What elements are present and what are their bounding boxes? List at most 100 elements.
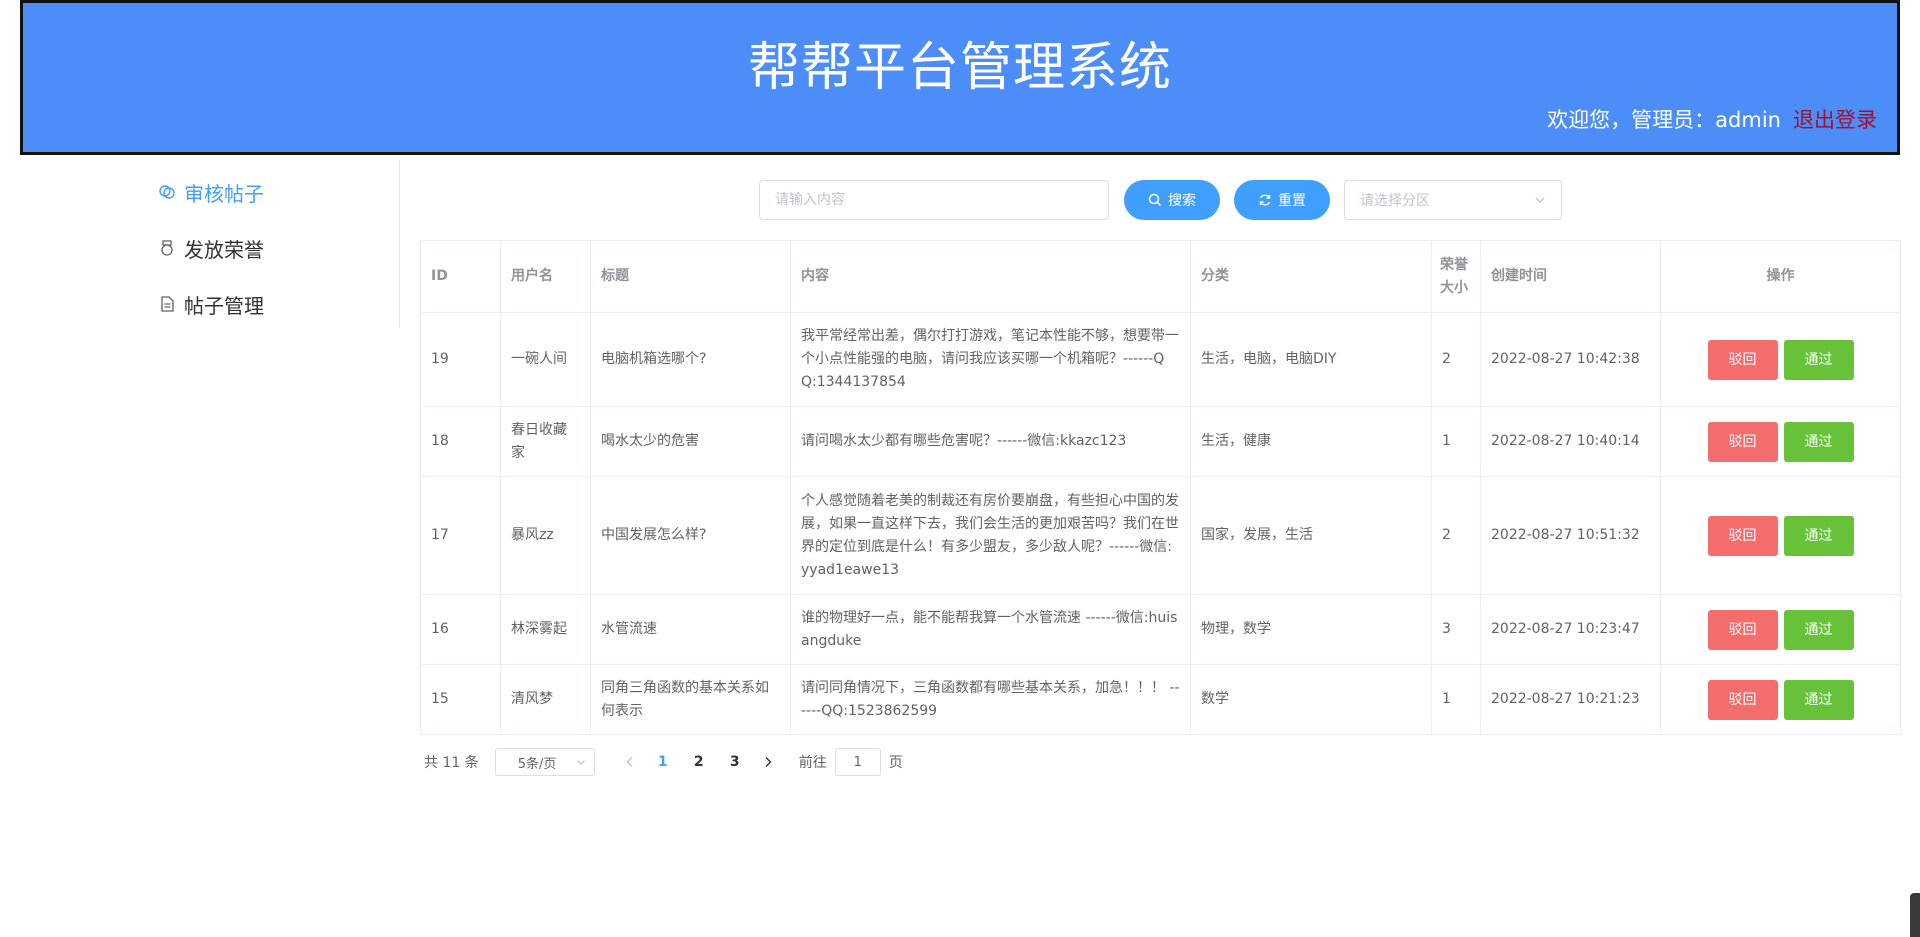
table-header-row: ID 用户名 标题 内容 分类 荣誉大小 创建时间 操作 [420,240,1901,313]
cell-created: 2022-08-27 10:23:47 [1480,594,1661,665]
medal-icon [161,240,173,256]
column-header-created: 创建时间 [1480,240,1661,313]
column-header-id: ID [420,240,501,313]
cell-title: 电脑机箱选哪个? [590,312,791,407]
cell-id: 18 [420,406,501,477]
page-title: 帮帮平台管理系统 [747,38,1172,98]
table-row: 17 暴风zz 中国发展怎么样? 个人感觉随着老美的制裁还有房价要崩盘，有些担心… [420,476,1901,595]
refresh-icon [1259,194,1271,206]
goto-suffix: 页 [888,755,903,771]
reject-button[interactable]: 驳回 [1707,609,1778,650]
table-row: 19 一碗人间 电脑机箱选哪个? 我平常经常出差，偶尔打打游戏，笔记本性能不够，… [420,312,1901,407]
column-header-content: 内容 [790,240,1191,313]
category-select[interactable]: 请选择分区 [1344,180,1562,220]
cell-category: 生活，电脑，电脑DIY [1190,312,1432,407]
search-button[interactable]: 搜索 [1124,180,1220,220]
column-header-actions: 操作 [1660,240,1901,313]
cell-honor: 2 [1431,312,1481,407]
cell-username: 春日收藏家 [500,406,591,477]
reject-button[interactable]: 驳回 [1707,679,1778,720]
welcome-text: 欢迎您，管理员：admin [1547,108,1781,132]
search-input[interactable] [759,180,1109,220]
cell-category: 数学 [1190,664,1432,735]
reset-button[interactable]: 重置 [1234,180,1330,220]
search-button-label: 搜索 [1168,193,1196,209]
column-header-username: 用户名 [500,240,591,313]
cell-title: 喝水太少的危害 [590,406,791,477]
cell-username: 一碗人间 [500,312,591,407]
table-row: 18 春日收藏家 喝水太少的危害 请问喝水太少都有哪些危害呢？------微信:… [420,406,1901,477]
prev-page-button[interactable] [615,753,645,772]
cell-title: 中国发展怎么样? [590,476,791,595]
cell-content: 请问喝水太少都有哪些危害呢？------微信:kkazc123 [790,406,1191,477]
cell-honor: 2 [1431,476,1481,595]
scrollbar-handle[interactable] [1910,893,1920,937]
column-header-honor: 荣誉大小 [1431,240,1481,313]
sidebar-item-honor[interactable]: 发放荣誉 [158,228,264,268]
cell-category: 物理，数学 [1190,594,1432,665]
cell-actions: 驳回 通过 [1660,664,1901,735]
column-header-category: 分类 [1190,240,1432,313]
chevron-down-icon [576,760,585,765]
page-number-2[interactable]: 2 [681,754,717,770]
page-size-select[interactable]: 5条/页 [494,748,595,776]
chevron-left-icon [626,756,633,767]
cell-content: 请问同角情况下，三角函数都有哪些基本关系，加急！！！ ------QQ:1523… [790,664,1191,735]
reject-button[interactable]: 驳回 [1707,421,1778,462]
cell-created: 2022-08-27 10:40:14 [1480,406,1661,477]
cell-category: 生活，健康 [1190,406,1432,477]
cell-created: 2022-08-27 10:21:23 [1480,664,1661,735]
cell-content: 谁的物理好一点，能不能帮我算一个水管流速 ------微信:huisangduk… [790,594,1191,665]
reject-button[interactable]: 驳回 [1707,515,1778,556]
cell-created: 2022-08-27 10:51:32 [1480,476,1661,595]
user-info: 欢迎您，管理员：admin 退出登录 [1547,104,1877,134]
posts-table: ID 用户名 标题 内容 分类 荣誉大小 创建时间 操作 19 一碗人间 电脑机… [420,240,1901,735]
page-size-value: 5条/页 [517,756,557,772]
next-page-button[interactable] [753,753,783,772]
reset-button-label: 重置 [1278,193,1306,209]
search-icon [1148,193,1162,207]
table-row: 16 林深雾起 水管流速 谁的物理好一点，能不能帮我算一个水管流速 ------… [420,594,1901,665]
cell-actions: 驳回 通过 [1660,406,1901,477]
pass-button[interactable]: 通过 [1783,421,1854,462]
table-row: 15 清风梦 同角三角函数的基本关系如何表示 请问同角情况下，三角函数都有哪些基… [420,664,1901,735]
pass-button[interactable]: 通过 [1783,339,1854,380]
pagination-total: 共 11 条 [424,755,479,771]
goto-page-input[interactable] [834,748,881,776]
pass-button[interactable]: 通过 [1783,515,1854,556]
goto-prefix: 前往 [798,755,827,771]
logout-link[interactable]: 退出登录 [1793,108,1877,132]
cell-username: 林深雾起 [500,594,591,665]
cell-id: 15 [420,664,501,735]
cell-honor: 3 [1431,594,1481,665]
cell-content: 我平常经常出差，偶尔打打游戏，笔记本性能不够，想要带一个小点性能强的电脑，请问我… [790,312,1191,407]
column-header-title: 标题 [590,240,791,313]
cell-id: 16 [420,594,501,665]
pass-button[interactable]: 通过 [1783,609,1854,650]
chevron-down-icon [1535,197,1545,203]
cell-username: 清风梦 [500,664,591,735]
chevron-right-icon [765,756,772,767]
cell-title: 同角三角函数的基本关系如何表示 [590,664,791,735]
pass-button[interactable]: 通过 [1783,679,1854,720]
toolbar: 搜索 重置 请选择分区 [0,180,1920,220]
sidebar-item-posts[interactable]: 帖子管理 [158,284,264,324]
cell-honor: 1 [1431,406,1481,477]
cell-actions: 驳回 通过 [1660,312,1901,407]
page-number-1[interactable]: 1 [645,754,681,770]
cell-honor: 1 [1431,664,1481,735]
cell-username: 暴风zz [500,476,591,595]
cell-content: 个人感觉随着老美的制裁还有房价要崩盘，有些担心中国的发展，如果一直这样下去，我们… [790,476,1191,595]
page-jumper: 前往 页 [799,748,903,776]
pagination: 共 11 条 5条/页 1 2 3 前往 页 [424,748,903,776]
sidebar-item-label: 发放荣誉 [184,237,264,262]
cell-created: 2022-08-27 10:42:38 [1480,312,1661,407]
cell-actions: 驳回 通过 [1660,476,1901,595]
sidebar-item-label: 帖子管理 [184,293,264,318]
document-icon [161,296,174,312]
cell-category: 国家，发展，生活 [1190,476,1432,595]
cell-actions: 驳回 通过 [1660,594,1901,665]
reject-button[interactable]: 驳回 [1707,339,1778,380]
cell-id: 17 [420,476,501,595]
page-number-3[interactable]: 3 [717,754,753,770]
